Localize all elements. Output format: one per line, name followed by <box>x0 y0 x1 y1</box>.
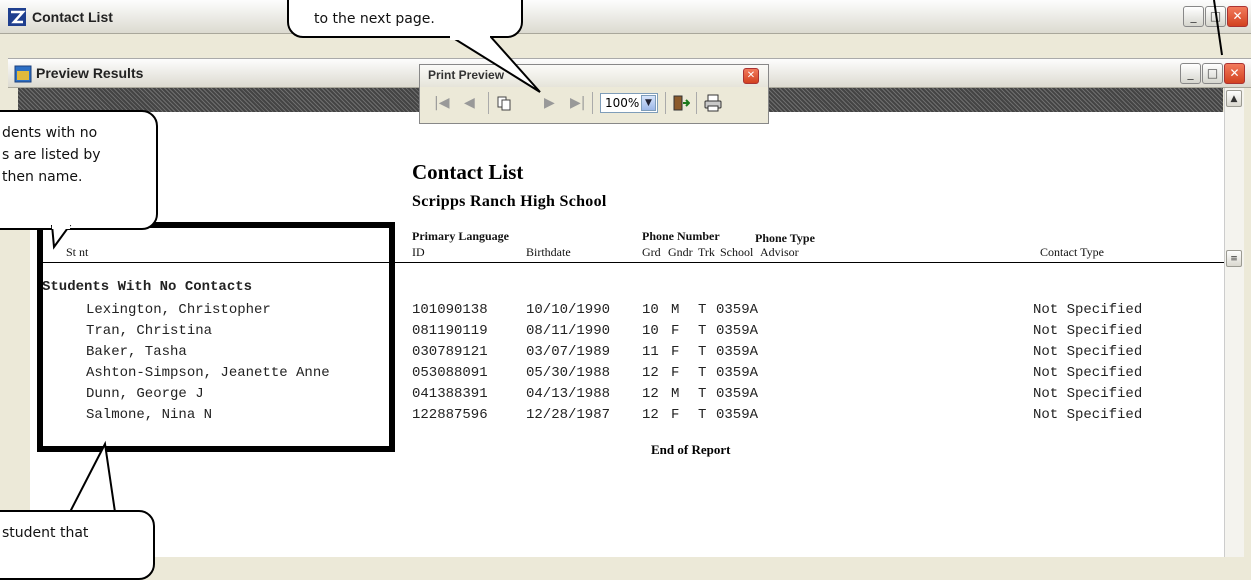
cell-trk: T <box>698 344 707 360</box>
cell-contact-type: Not Specified <box>1033 407 1143 423</box>
app-logo-icon <box>8 8 26 26</box>
callout-top-pointer <box>448 36 541 93</box>
callout-top: to the next page. <box>287 0 523 38</box>
zoom-value: 100% <box>605 96 640 110</box>
cell-grd: 11 <box>642 344 659 360</box>
callout-left: dents with no s are listed by then name. <box>0 110 158 230</box>
preview-close-button[interactable]: ✕ <box>1224 63 1245 84</box>
toolbar-divider <box>696 92 697 114</box>
cell-school: 0359A <box>716 323 759 339</box>
callout-bottom-pointer <box>68 440 117 513</box>
callout-left-text: dents with no s are listed by then name. <box>2 125 101 185</box>
cell-grd: 12 <box>642 386 659 402</box>
cell-contact-type: Not Specified <box>1033 344 1143 360</box>
scroll-up-icon[interactable]: ▲ <box>1226 90 1242 107</box>
preview-maximize-button[interactable]: □ <box>1202 63 1223 84</box>
header-advisor: Advisor <box>760 245 799 259</box>
cell-trk: T <box>698 323 707 339</box>
cell-grd: 10 <box>642 302 659 318</box>
toolbar-divider <box>665 92 666 114</box>
preview-minimize-button[interactable]: _ <box>1180 63 1201 84</box>
cell-birthdate: 08/11/1990 <box>526 323 611 339</box>
cell-school: 0359A <box>716 365 759 381</box>
cell-trk: T <box>698 407 707 423</box>
preview-icon <box>14 65 32 83</box>
cell-gndr: F <box>671 407 680 423</box>
window-title: Contact List <box>32 9 113 25</box>
cell-id: 041388391 <box>412 386 488 402</box>
callout-close-pointer <box>1213 0 1223 56</box>
report-footer: End of Report <box>651 442 731 457</box>
header-gndr: Gndr <box>668 245 693 259</box>
cell-gndr: F <box>671 365 680 381</box>
app-titlebar: Contact List _ □ ✕ <box>0 0 1251 34</box>
header-primary-language: Primary Language <box>412 229 509 243</box>
report-school: Scripps Ranch High School <box>412 193 607 210</box>
header-birthdate: Birthdate <box>526 245 571 259</box>
cell-gndr: M <box>671 302 680 318</box>
header-id: ID <box>412 245 425 259</box>
header-grd: Grd <box>642 245 661 259</box>
cell-school: 0359A <box>716 386 759 402</box>
cell-school: 0359A <box>716 344 759 360</box>
cell-birthdate: 12/28/1987 <box>526 407 611 423</box>
scroll-thumb[interactable]: ≡ <box>1226 250 1242 267</box>
cell-gndr: F <box>671 323 680 339</box>
cell-birthdate: 03/07/1989 <box>526 344 611 360</box>
callout-left-pointer <box>50 225 72 250</box>
header-phone-type: Phone Type <box>755 231 815 245</box>
callout-bottom-text: student that <box>2 525 89 541</box>
cell-birthdate: 10/10/1990 <box>526 302 611 318</box>
zoom-select[interactable]: 100% ▼ <box>600 93 658 113</box>
vertical-scrollbar[interactable]: ▲ ≡ <box>1224 88 1244 557</box>
header-trk: Trk <box>698 245 715 259</box>
report-page: Contact List Scripps Ranch High School P… <box>30 112 1224 557</box>
cell-id: 030789121 <box>412 344 488 360</box>
cell-school: 0359A <box>716 407 759 423</box>
cell-id: 081190119 <box>412 323 488 339</box>
exit-icon[interactable] <box>672 95 690 111</box>
cell-grd: 12 <box>642 407 659 423</box>
toolbar-divider <box>592 92 593 114</box>
cell-contact-type: Not Specified <box>1033 302 1143 318</box>
cell-school: 0359A <box>716 302 759 318</box>
cell-gndr: F <box>671 344 680 360</box>
cell-grd: 10 <box>642 323 659 339</box>
cell-grd: 12 <box>642 365 659 381</box>
printer-icon[interactable] <box>704 94 722 112</box>
header-phone-number: Phone Number <box>642 229 720 243</box>
cell-id: 053088091 <box>412 365 488 381</box>
toolbar-close-button[interactable]: ✕ <box>743 68 759 84</box>
cell-trk: T <box>698 386 707 402</box>
cell-id: 122887596 <box>412 407 488 423</box>
cell-contact-type: Not Specified <box>1033 365 1143 381</box>
highlight-box <box>37 222 395 452</box>
callout-top-text: to the next page. <box>314 11 435 27</box>
last-page-icon[interactable]: ▶| <box>570 95 585 111</box>
cell-contact-type: Not Specified <box>1033 323 1143 339</box>
report-title: Contact List <box>412 160 524 184</box>
cell-id: 101090138 <box>412 302 488 318</box>
chevron-down-icon[interactable]: ▼ <box>641 95 656 111</box>
header-school: School <box>720 245 754 259</box>
cell-birthdate: 04/13/1988 <box>526 386 611 402</box>
close-button[interactable]: ✕ <box>1227 6 1248 27</box>
cell-trk: T <box>698 365 707 381</box>
preview-title: Preview Results <box>36 65 144 81</box>
cell-trk: T <box>698 302 707 318</box>
callout-bottom: student that <box>0 510 155 580</box>
cell-gndr: M <box>671 386 680 402</box>
cell-birthdate: 05/30/1988 <box>526 365 611 381</box>
cell-contact-type: Not Specified <box>1033 386 1143 402</box>
header-contact-type: Contact Type <box>1040 245 1104 259</box>
